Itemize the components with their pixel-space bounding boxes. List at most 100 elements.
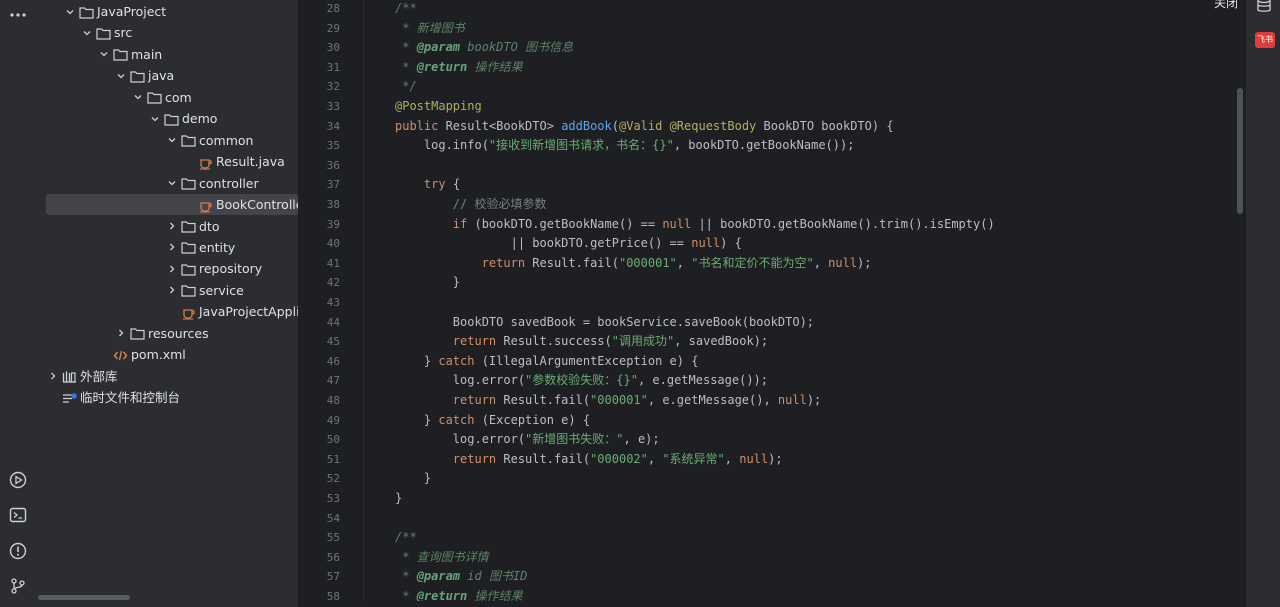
folder-icon	[129, 68, 145, 84]
tree-item[interactable]: dto	[36, 216, 298, 237]
tree-item[interactable]: BookController.	[46, 194, 298, 216]
run-icon[interactable]	[6, 468, 30, 492]
code-token: * 新增图书	[395, 20, 465, 35]
code-token: );	[806, 393, 822, 407]
tree-item[interactable]: service	[36, 280, 298, 301]
problems-icon[interactable]	[6, 539, 30, 563]
code-token: }	[395, 471, 432, 486]
code-line: * @param id 图书ID	[395, 567, 527, 587]
tree-item[interactable]: java	[36, 65, 298, 86]
code-line: /**	[395, 528, 417, 548]
code-line: log.error("新增图书失败：", e);	[395, 430, 660, 450]
line-number: 34	[326, 119, 340, 133]
code-token: @param	[416, 40, 461, 55]
tree-item[interactable]: repository	[36, 258, 298, 279]
code-token: Result.fail(	[496, 393, 591, 407]
code-line: log.info("接收到新增图书请求，书名：{}", bookDTO.getB…	[395, 136, 855, 156]
folder-icon	[78, 4, 94, 20]
code-token: *	[395, 569, 417, 584]
tree-item[interactable]: demo	[36, 108, 298, 129]
tree-item[interactable]: pom.xml	[36, 344, 298, 365]
tree-item[interactable]: controller	[36, 173, 298, 194]
close-button[interactable]: 关闭	[1214, 0, 1238, 11]
tree-item-label: Result.java	[216, 154, 285, 170]
code-line: return Result.success("调用成功", savedBook)…	[395, 332, 768, 352]
tree-item[interactable]: 外部库	[36, 366, 298, 387]
code-token: ) {	[720, 236, 742, 251]
code-token: log.info(	[395, 138, 489, 153]
line-number: 55	[326, 531, 340, 545]
code-token: ,	[676, 255, 692, 270]
tree-item[interactable]: com	[36, 87, 298, 108]
code-editor[interactable]: 28 29 30 31 32 33 34 35 36 37 38 39 40 41 42 43 44 45 46 47…	[301, 0, 1245, 601]
git-icon[interactable]	[6, 574, 30, 598]
chevron-down-icon[interactable]	[96, 44, 112, 65]
code-token: catch	[438, 412, 475, 427]
code-token: );	[857, 255, 872, 270]
tree-item-label: main	[131, 46, 163, 62]
tree-item-label: pom.xml	[131, 347, 186, 363]
chevron-down-icon[interactable]	[164, 130, 180, 151]
code-token: "000001"	[590, 393, 648, 407]
chevron-right-icon[interactable]	[113, 323, 129, 344]
code-token: @Valid @RequestBody	[619, 118, 757, 133]
code-token: }	[395, 412, 439, 427]
code-token: 操作结果	[467, 59, 523, 74]
code-token: // 校验必填参数	[395, 197, 547, 211]
chevron-down-icon[interactable]	[147, 108, 163, 129]
chevron-down-icon[interactable]	[164, 173, 180, 194]
code-token: catch	[438, 353, 475, 368]
tree-item[interactable]: entity	[36, 237, 298, 258]
code-token: || bookDTO.getBookName().trim().isEmpty(…	[691, 216, 995, 231]
code-token: (bookDTO.getBookName() ==	[467, 216, 663, 231]
tree-item[interactable]: main	[36, 44, 298, 65]
code-token: , e);	[623, 432, 660, 447]
code-token: 操作结果	[467, 589, 523, 601]
tree-item[interactable]: common	[36, 130, 298, 151]
chevron-right-icon[interactable]	[164, 280, 180, 301]
tree-item[interactable]: JavaProject	[36, 1, 298, 22]
more-icon[interactable]	[6, 3, 30, 27]
chevron-right-icon[interactable]	[164, 216, 180, 237]
tree-item[interactable]: Result.java	[36, 151, 298, 172]
tree-item-label: JavaProjectApplica	[199, 304, 298, 320]
code-token: , bookDTO.getBookName());	[673, 138, 855, 153]
line-number: 33	[326, 100, 340, 113]
terminal-icon[interactable]	[6, 503, 30, 527]
chevron-down-icon[interactable]	[62, 1, 78, 22]
code-token: addBook	[561, 118, 612, 133]
feishu-badge[interactable]: 飞书	[1255, 32, 1275, 48]
code-token: if	[452, 216, 468, 231]
chevron-right-icon[interactable]	[164, 258, 180, 279]
code-token: "参数校验失败：{}"	[525, 373, 638, 388]
tree-item-label: resources	[148, 325, 209, 341]
line-number: 47	[326, 374, 340, 388]
tree-item[interactable]: JavaProjectApplica	[36, 301, 298, 322]
code-token: null	[828, 255, 858, 270]
chevron-down-icon[interactable]	[130, 87, 146, 108]
chevron-right-icon[interactable]	[45, 366, 61, 387]
tree-horizontal-scrollbar[interactable]	[38, 595, 130, 600]
code-token: @PostMapping	[395, 99, 482, 113]
tree-item-label: demo	[182, 111, 218, 127]
chevron-right-icon[interactable]	[164, 237, 180, 258]
code-token: "接收到新增图书请求，书名：{}"	[488, 138, 674, 153]
code-token: "系统异常"	[662, 451, 725, 466]
line-number: 43	[326, 296, 340, 309]
code-token: (IllegalArgumentException e) {	[474, 353, 699, 368]
database-icon[interactable]	[1255, 0, 1273, 14]
tree-item[interactable]: src	[36, 22, 298, 43]
line-number-gutter: 28 29 30 31 32 33 34 35 36 37 38 39 40 41 42 43 44 45 46 47…	[301, 0, 363, 601]
tree-item[interactable]: 临时文件和控制台	[36, 387, 298, 408]
code-line: }	[395, 489, 402, 509]
line-number: 32	[326, 80, 340, 94]
editor-vertical-scrollbar[interactable]	[1237, 88, 1243, 214]
folder-icon	[180, 176, 196, 192]
code-token: ,	[724, 451, 740, 466]
chevron-down-icon[interactable]	[79, 22, 95, 43]
tree-item[interactable]: resources	[36, 323, 298, 344]
chevron-down-icon[interactable]	[113, 65, 129, 86]
code-line: * @return 操作结果	[395, 587, 523, 601]
